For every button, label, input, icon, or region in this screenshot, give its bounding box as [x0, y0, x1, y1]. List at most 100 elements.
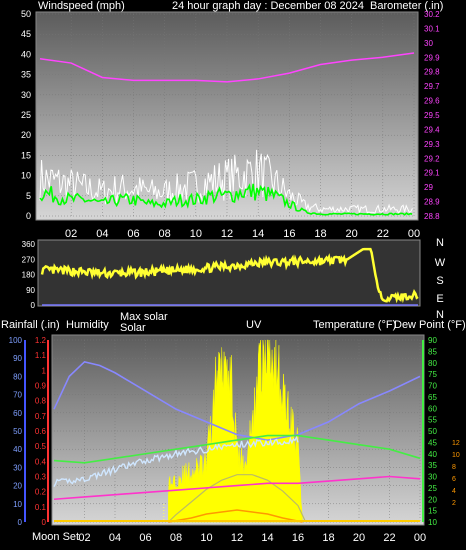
- baro-y-tick-label: 29.8: [424, 68, 440, 77]
- direction-compass-label: N: [436, 237, 444, 249]
- baro-y-tick-label: 29.2: [424, 154, 440, 163]
- wind-x-tick-label: 10: [190, 228, 202, 240]
- baro-y-tick-label: 28.9: [424, 198, 440, 207]
- rain-y-tick-label: 1.2: [35, 336, 47, 345]
- baro-y-tick-label: 28.8: [424, 212, 440, 221]
- sensor-x-tick-label: 14: [261, 532, 273, 544]
- direction-compass-label: W: [435, 257, 446, 269]
- uv-axis-title: UV: [246, 319, 262, 331]
- baro-y-tick-label: 29.4: [424, 125, 440, 134]
- rain-y-tick-label: 0.5: [35, 442, 47, 451]
- sensor-x-tick-label: 02: [78, 532, 90, 544]
- wind-x-tick-label: 18: [314, 228, 326, 240]
- sensor-x-tick-label: 06: [139, 532, 151, 544]
- direction-y-tick-label: 360: [22, 240, 36, 249]
- sensor-x-tick-label: 00: [414, 532, 426, 544]
- sensor-x-tick-label: 10: [200, 532, 212, 544]
- humidity-y-tick-label: 40: [13, 445, 22, 454]
- wind-y-tick-label: 5: [26, 191, 31, 201]
- rain-y-tick-label: 0.8: [35, 397, 47, 406]
- dewpoint-axis-title: Dew Point (°F): [394, 319, 466, 331]
- wind-y-tick-label: 0: [26, 211, 31, 221]
- wind-y-tick-label: 10: [21, 171, 31, 181]
- wind-x-tick-label: 22: [377, 228, 389, 240]
- wind-x-tick-label: 02: [65, 228, 77, 240]
- uv-y-tick-label: 6: [452, 476, 456, 483]
- wind-y-tick-label: 15: [21, 150, 31, 160]
- wind-y-tick-label: 50: [21, 9, 31, 19]
- temp-y-tick-label: 25: [428, 484, 437, 493]
- direction-y-tick-label: 270: [22, 255, 36, 264]
- uv-y-tick-label: 2: [452, 500, 456, 507]
- rainfall-axis-title: Rainfall (.in): [1, 319, 60, 331]
- wind-x-tick-label: 12: [221, 228, 233, 240]
- humidity-y-tick-label: 70: [13, 391, 22, 400]
- rain-y-tick-label: 1.1: [35, 351, 47, 360]
- baro-y-tick-label: 29: [424, 183, 433, 192]
- baro-y-tick-label: 30.1: [424, 24, 440, 33]
- rain-y-tick-label: 0.9: [35, 382, 47, 391]
- wind-x-tick-label: 06: [127, 228, 139, 240]
- temp-y-tick-label: 35: [428, 461, 437, 470]
- uv-y-tick-label: 8: [452, 464, 456, 471]
- humidity-y-tick-label: 90: [13, 354, 22, 363]
- chart-title: 24 hour graph day : December 08 2024: [172, 0, 365, 12]
- humidity-y-tick-label: 60: [13, 409, 22, 418]
- baro-y-tick-label: 29.7: [424, 82, 440, 91]
- moon-set-label: Moon Set: [32, 531, 80, 543]
- temp-y-tick-label: 40: [428, 450, 437, 459]
- wind-y-tick-label: 45: [21, 29, 31, 39]
- rain-y-tick-label: 0.1: [35, 503, 47, 512]
- rain-y-tick-label: 0.3: [35, 473, 47, 482]
- humidity-y-tick-label: 50: [13, 427, 22, 436]
- baro-y-tick-label: 29.5: [424, 111, 440, 120]
- temp-y-tick-label: 75: [428, 370, 437, 379]
- sensor-x-tick-label: 04: [109, 532, 121, 544]
- wind-x-tick-label: 00: [408, 228, 420, 240]
- direction-y-tick-label: 90: [26, 286, 35, 295]
- rain-y-tick-label: 0: [42, 518, 47, 527]
- wind-y-tick-label: 35: [21, 70, 31, 80]
- temp-y-tick-label: 30: [428, 473, 437, 482]
- windspeed-axis-title: Windspeed (mph): [38, 0, 125, 12]
- sensor-x-tick-label: 18: [322, 532, 334, 544]
- wind-y-tick-label: 20: [21, 130, 31, 140]
- temp-y-tick-label: 70: [428, 382, 437, 391]
- temp-y-tick-label: 45: [428, 438, 437, 447]
- weather-graph: 0510152025303540455028.828.92929.129.229…: [9, 9, 460, 544]
- humidity-y-tick-label: 80: [13, 372, 22, 381]
- wind-x-tick-label: 16: [283, 228, 295, 240]
- wind-x-tick-label: 20: [346, 228, 358, 240]
- direction-compass-label: S: [436, 275, 443, 287]
- humidity-y-tick-label: 30: [13, 463, 22, 472]
- direction-compass-label: E: [436, 293, 443, 305]
- direction-y-tick-label: 0: [31, 301, 36, 310]
- wind-y-tick-label: 40: [21, 49, 31, 59]
- rain-y-tick-label: 1: [42, 366, 47, 375]
- uv-y-tick-label: 10: [452, 452, 460, 459]
- humidity-axis-title: Humidity: [66, 319, 109, 331]
- temp-y-tick-label: 65: [428, 393, 437, 402]
- sensor-x-tick-label: 16: [292, 532, 304, 544]
- wind-y-tick-label: 25: [21, 110, 31, 120]
- temp-y-tick-label: 10: [428, 518, 437, 527]
- temp-y-tick-label: 80: [428, 359, 437, 368]
- solar-label: Solar: [120, 322, 146, 334]
- temp-y-tick-label: 60: [428, 404, 437, 413]
- baro-y-tick-label: 30: [424, 39, 433, 48]
- humidity-y-tick-label: 10: [13, 500, 22, 509]
- sensor-x-tick-label: 20: [353, 532, 365, 544]
- wind-x-tick-label: 08: [159, 228, 171, 240]
- temperature-axis-title: Temperature (°F): [313, 319, 397, 331]
- direction-y-tick-label: 180: [22, 271, 36, 280]
- humidity-y-tick-label: 20: [13, 482, 22, 491]
- wind-x-tick-label: 04: [96, 228, 108, 240]
- uv-y-tick-label: 12: [452, 440, 460, 447]
- temp-y-tick-label: 50: [428, 427, 437, 436]
- temp-y-tick-label: 20: [428, 495, 437, 504]
- sensor-x-tick-label: 22: [383, 532, 395, 544]
- humidity-y-tick-label: 0: [18, 518, 23, 527]
- baro-y-tick-label: 29.9: [424, 53, 440, 62]
- wind-x-tick-label: 14: [252, 228, 264, 240]
- uv-y-tick-label: 4: [452, 488, 456, 495]
